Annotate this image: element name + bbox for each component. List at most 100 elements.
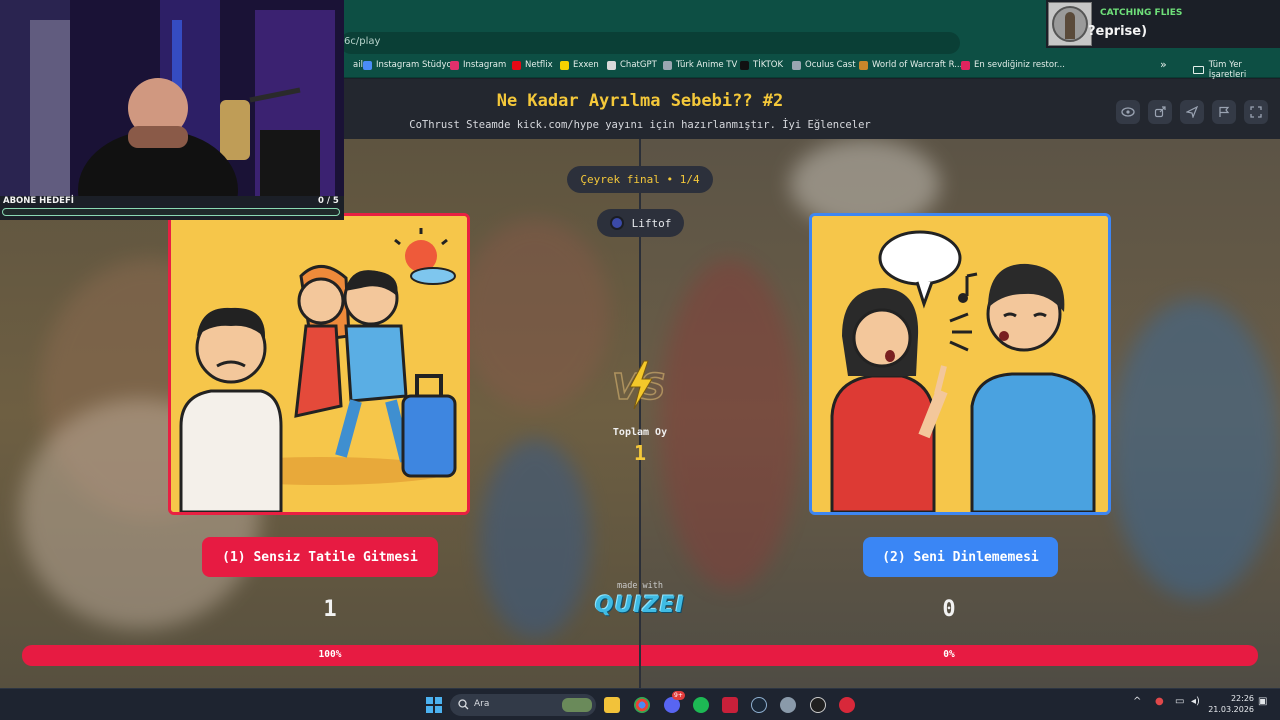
volume-icon[interactable]: ◂)	[1191, 696, 1200, 707]
share-icon[interactable]	[1148, 100, 1172, 124]
bookmark-label: Instagram	[463, 60, 507, 70]
total-votes-value: 1	[633, 441, 647, 465]
microphone-icon[interactable]: ●	[1155, 696, 1164, 707]
player-chip: Liftof	[597, 209, 684, 237]
option-2-result-bar: 0%	[641, 645, 1258, 666]
fullscreen-icon[interactable]	[1244, 100, 1268, 124]
oculus-icon	[792, 60, 801, 70]
meta-icon	[363, 60, 372, 70]
goal-progress-bar	[2, 208, 340, 216]
clock-time: 22:26	[1230, 694, 1254, 703]
steam-icon[interactable]	[751, 697, 767, 713]
bookmark-item[interactable]: Netflix	[512, 60, 553, 70]
option-1-percent: 100%	[318, 649, 342, 660]
bookmark-label: En sevdiğiniz restor...	[974, 60, 1065, 70]
bookmark-label: Netflix	[525, 60, 553, 70]
goal-label: ABONE HEDEFİ	[3, 196, 74, 206]
bookmark-item[interactable]: Instagram Stüdyo	[363, 60, 452, 70]
not-listening-illustration	[812, 216, 1108, 512]
url-text: 6c/play	[344, 36, 381, 47]
tiktok-icon	[740, 60, 749, 70]
option-2-percent: 0%	[943, 649, 955, 660]
bookmark-item[interactable]: Exxen	[560, 60, 599, 70]
bookmark-label: ail	[353, 60, 363, 70]
option-1-result-bar: 100%	[22, 645, 639, 666]
all-bookmarks-label: Tüm Yer İşaretleri	[1208, 60, 1247, 80]
webcam-overlay	[0, 0, 344, 196]
background-figure	[660, 259, 800, 589]
discord-icon[interactable]: 9+	[664, 691, 685, 713]
bookmark-label: Oculus Cast	[805, 60, 856, 70]
anime-icon	[663, 60, 672, 70]
netflix-icon	[512, 60, 521, 70]
round-indicator: Çeyrek final • 1/4	[567, 166, 713, 193]
taskbar-search[interactable]: Ara	[450, 694, 596, 716]
spotify-icon[interactable]	[693, 697, 709, 713]
bookmark-item[interactable]: World of Warcraft R...	[859, 60, 962, 70]
search-placeholder: Ara	[474, 699, 490, 709]
bookmark-label: TİKTOK	[753, 60, 784, 70]
background-figure	[1110, 299, 1280, 599]
option-2-votes: 0	[942, 597, 956, 622]
album-art	[1048, 2, 1092, 46]
clock-date: 21.03.2026	[1208, 705, 1254, 714]
option-1-votes: 1	[323, 597, 337, 622]
instagram-icon	[450, 60, 459, 70]
screen: 6c/play ail Instagram Stüdyo Instagram Netf…	[0, 0, 1280, 720]
quizei-logo[interactable]: QUIZEI	[590, 593, 690, 618]
app-icon[interactable]	[722, 697, 738, 713]
wow-icon	[859, 60, 868, 70]
bookmark-item[interactable]: Instagram	[450, 60, 506, 70]
url-field[interactable]: 6c/play	[340, 32, 960, 54]
start-icon[interactable]	[426, 697, 442, 713]
now-playing-track: ?eprise)	[1088, 24, 1148, 39]
total-votes-label: Toplam Oy	[612, 427, 668, 438]
bookmark-item[interactable]: Türk Anime TV	[663, 60, 737, 70]
file-explorer-icon[interactable]	[604, 697, 620, 713]
chatgpt-icon	[607, 60, 616, 70]
goal-count: 0 / 5	[318, 196, 339, 206]
made-with-label: made with	[616, 581, 664, 591]
chrome-icon[interactable]	[634, 697, 650, 713]
send-icon[interactable]	[1180, 100, 1204, 124]
subscriber-goal: ABONE HEDEFİ 0 / 5	[0, 196, 344, 220]
bookmark-label: Exxen	[573, 60, 599, 70]
background-figure	[480, 439, 590, 639]
all-bookmarks-button[interactable]: Tüm Yer İşaretleri	[1193, 60, 1280, 80]
round-label: Çeyrek final • 1/4	[580, 173, 700, 186]
notification-icon[interactable]: ▣	[1258, 696, 1267, 707]
bookmark-item[interactable]: TİKTOK	[740, 60, 783, 70]
yemeksepeti-icon	[961, 60, 970, 70]
obs-icon[interactable]	[810, 697, 826, 713]
exxen-icon	[560, 60, 569, 70]
recording-app-icon[interactable]	[839, 697, 855, 713]
search-highlight-icon	[562, 698, 592, 712]
now-playing-widget: CATCHING FLIES ?eprise)	[1046, 0, 1280, 48]
tray-chevron-icon[interactable]: ^	[1133, 696, 1141, 707]
bookmark-label: ChatGPT	[620, 60, 657, 70]
bookmarks-more-button[interactable]: »	[1160, 58, 1167, 71]
avatar	[609, 216, 624, 230]
versus-badge: VS	[611, 360, 667, 410]
bookmark-item[interactable]: Oculus Cast	[792, 60, 856, 70]
eye-icon[interactable]	[1116, 100, 1140, 124]
option-2-button[interactable]: (2) Seni Dinlememesi	[863, 537, 1058, 577]
now-playing-artist: CATCHING FLIES	[1100, 8, 1183, 18]
vacation-illustration	[171, 216, 467, 512]
option-1-button[interactable]: (1) Sensiz Tatile Gitmesi	[202, 537, 438, 577]
bookmark-label: Türk Anime TV	[676, 60, 738, 70]
option-1-card[interactable]	[168, 213, 470, 515]
network-icon[interactable]: ▭	[1175, 696, 1184, 707]
option-2-card[interactable]	[809, 213, 1111, 515]
bookmark-item[interactable]: En sevdiğiniz restor...	[961, 60, 1065, 70]
bookmark-label: Instagram Stüdyo	[376, 60, 452, 70]
discord-badge: 9+	[672, 691, 685, 700]
background-figure	[460, 219, 610, 409]
bookmark-label: World of Warcraft R...	[872, 60, 963, 70]
system-clock[interactable]: 22:26 21.03.2026	[1206, 693, 1254, 715]
flag-icon[interactable]	[1212, 100, 1236, 124]
search-icon	[458, 699, 469, 710]
taskbar: Ara 9+ ^ ● ▭ ◂) 22:26 21.03.2026 ▣	[0, 688, 1280, 720]
bookmark-item[interactable]: ChatGPT	[607, 60, 657, 70]
settings-icon[interactable]	[780, 697, 796, 713]
